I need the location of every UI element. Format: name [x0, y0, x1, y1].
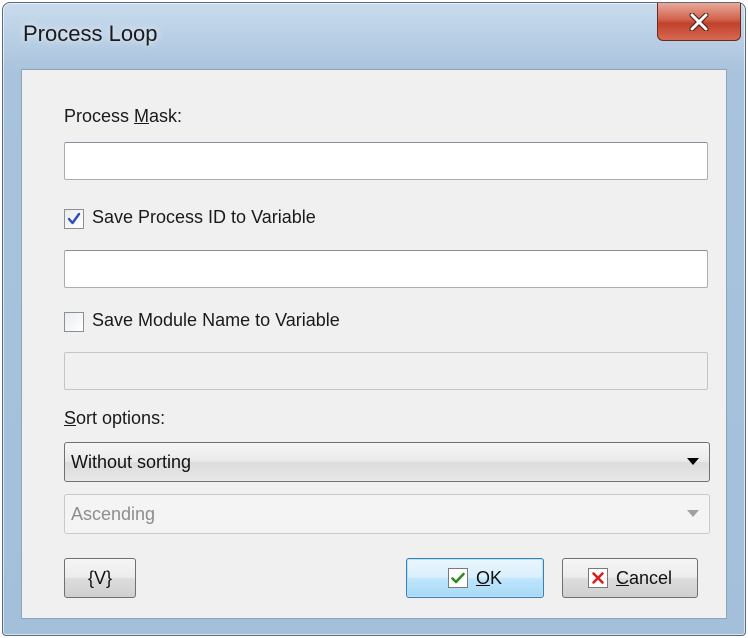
- cancel-button[interactable]: Cancel: [562, 558, 698, 598]
- chevron-down-icon: [687, 458, 699, 465]
- cancel-button-label: ancel: [628, 567, 673, 588]
- ok-button[interactable]: OK: [406, 558, 544, 598]
- variables-button[interactable]: {V}: [64, 558, 136, 598]
- sort-options-label: Sort options:: [64, 408, 165, 429]
- process-mask-label: Process Mask:: [64, 106, 182, 127]
- process-mask-label-suffix: ask:: [149, 106, 183, 126]
- cancel-button-accel: C: [615, 567, 629, 588]
- close-icon: [689, 12, 709, 31]
- save-module-name-label[interactable]: Save Module Name to Variable: [92, 310, 340, 331]
- sort-direction-dropdown: Ascending: [64, 494, 710, 534]
- sort-direction-selected: Ascending: [71, 503, 156, 524]
- close-button[interactable]: [657, 3, 741, 41]
- process-mask-input[interactable]: [64, 142, 708, 180]
- cancel-x-icon: [587, 568, 608, 588]
- sort-options-label-accel: S: [64, 408, 77, 428]
- process-mask-label-prefix: Process: [64, 106, 135, 126]
- sort-options-label-rest: ort options:: [76, 408, 166, 428]
- chevron-down-icon: [687, 510, 699, 517]
- save-module-name-checkbox[interactable]: [64, 312, 84, 332]
- ok-check-icon: [447, 568, 468, 588]
- sort-options-dropdown[interactable]: Without sorting: [64, 442, 710, 482]
- process-loop-dialog: Process Loop Process Mask: Save Process …: [2, 2, 746, 636]
- ok-button-accel: O: [475, 567, 490, 588]
- dialog-title: Process Loop: [23, 21, 158, 46]
- checkmark-icon: [67, 212, 81, 225]
- process-mask-label-accel: M: [134, 106, 150, 126]
- save-process-id-label[interactable]: Save Process ID to Variable: [92, 207, 316, 228]
- dialog-body: Process Mask: Save Process ID to Variabl…: [21, 69, 727, 619]
- save-process-id-checkbox[interactable]: [64, 209, 84, 229]
- ok-button-label: K: [490, 567, 503, 588]
- module-name-variable-input: [64, 352, 708, 390]
- process-id-variable-input[interactable]: [64, 250, 708, 288]
- variables-button-label: {V}: [87, 567, 113, 588]
- sort-options-selected: Without sorting: [71, 451, 192, 472]
